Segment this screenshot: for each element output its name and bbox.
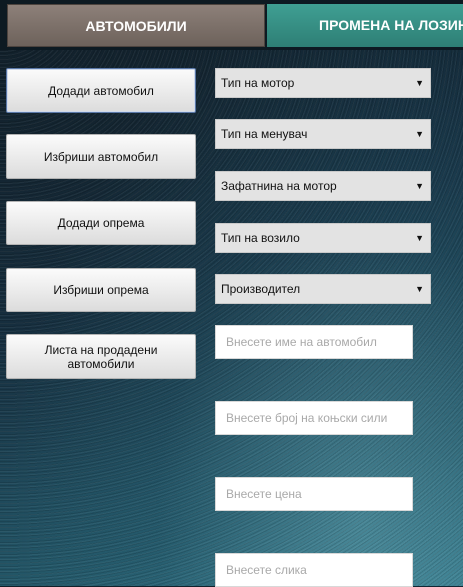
add-equipment-button[interactable]: Додади опрема xyxy=(6,201,196,245)
manufacturer-select-value: Производител xyxy=(221,282,301,296)
gearbox-type-select[interactable]: Тип на менувач ▼ xyxy=(215,119,431,149)
tab-change-password[interactable]: ПРОМЕНА НА ЛОЗИНКА xyxy=(267,4,463,47)
engine-type-select[interactable]: Тип на мотор ▼ xyxy=(215,68,431,98)
add-car-button[interactable]: Додади автомобил xyxy=(6,68,196,113)
price-input[interactable] xyxy=(215,477,413,511)
delete-equipment-button[interactable]: Избриши опрема xyxy=(6,268,196,312)
car-name-input[interactable] xyxy=(215,325,413,359)
engine-volume-select[interactable]: Зафатнина на мотор ▼ xyxy=(215,171,431,201)
delete-car-button[interactable]: Избриши автомобил xyxy=(6,134,196,179)
image-input[interactable] xyxy=(215,553,413,587)
sold-cars-list-button[interactable]: Листа на продадени автомобили xyxy=(6,334,196,379)
vehicle-type-select[interactable]: Тип на возило ▼ xyxy=(215,223,431,253)
engine-type-select-value: Тип на мотор xyxy=(221,76,295,90)
tab-bar: АВТОМОБИЛИ ПРОМЕНА НА ЛОЗИНКА xyxy=(0,0,463,50)
chevron-down-icon: ▼ xyxy=(415,129,424,139)
chevron-down-icon: ▼ xyxy=(415,284,424,294)
vehicle-type-select-value: Тип на возило xyxy=(221,231,300,245)
manufacturer-select[interactable]: Производител ▼ xyxy=(215,274,431,304)
horsepower-input[interactable] xyxy=(215,401,413,435)
chevron-down-icon: ▼ xyxy=(415,78,424,88)
chevron-down-icon: ▼ xyxy=(415,181,424,191)
engine-volume-select-value: Зафатнина на мотор xyxy=(221,179,337,193)
gearbox-type-select-value: Тип на менувач xyxy=(221,127,308,141)
tab-cars[interactable]: АВТОМОБИЛИ xyxy=(7,4,265,47)
chevron-down-icon: ▼ xyxy=(415,233,424,243)
